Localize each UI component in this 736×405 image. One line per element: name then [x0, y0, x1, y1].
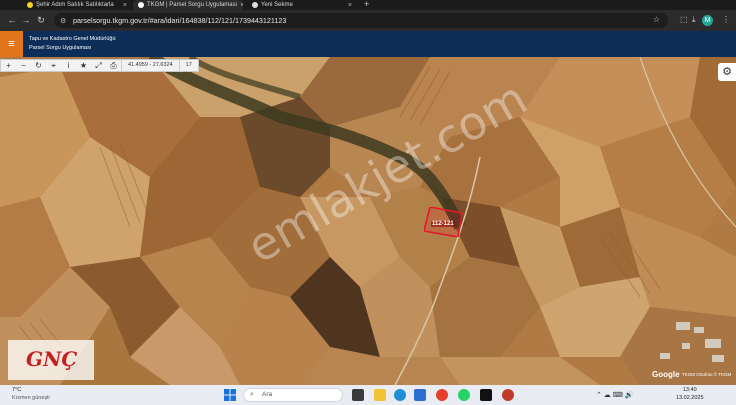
new-tab-icon[interactable]: + [364, 0, 369, 9]
site-info-icon[interactable]: ⚙ [60, 17, 70, 25]
logo-text: GNÇ [26, 347, 78, 371]
extensions-icon[interactable]: ⬚ [680, 15, 688, 24]
tab-favicon-icon [138, 2, 144, 8]
reload-icon[interactable]: ↻ [35, 14, 47, 26]
windows-taskbar: 7°C Kısmen güneşli ⌕ Ara ⌃ ☁ ⌨ 🔊 13:40 1… [0, 385, 736, 405]
system-tray-icons[interactable]: ⌃ ☁ ⌨ 🔊 [596, 391, 634, 399]
map-attribution: TKGM Ortofoto © TKGM [682, 372, 732, 377]
clock-time: 13:40 [682, 387, 697, 393]
whatsapp-icon[interactable] [458, 389, 470, 401]
clock-date: 13.02.2025 [676, 394, 704, 401]
address-bar[interactable]: ⚙ parselsorgu.tkgm.gov.tr/#ara/idari/164… [54, 13, 668, 28]
tab-tkgm[interactable]: TKGM | Parsel Sorgu Uygulaması × [133, 0, 243, 10]
close-tab-icon[interactable]: × [348, 2, 352, 9]
print-icon[interactable]: ⎙ [106, 60, 121, 71]
coordinate-readout: 41.4959 - 27.6324 [121, 60, 179, 71]
info-icon[interactable]: i [61, 60, 76, 71]
weather-desc: Kısmen güneşli [12, 395, 50, 401]
file-explorer-icon[interactable] [374, 389, 386, 401]
google-logo: Google [652, 370, 680, 379]
browser-toolbar: ← → ↻ ⚙ parselsorgu.tkgm.gov.tr/#ara/ida… [0, 10, 736, 31]
tab-new[interactable]: Yeni Sekme × [247, 0, 357, 10]
browser-menu-icon[interactable]: ⋮ [722, 15, 730, 24]
close-tab-icon[interactable]: × [240, 2, 243, 9]
taskbar-clock[interactable]: 13:40 13.02.2025 [676, 387, 704, 402]
star-icon[interactable]: ★ [76, 60, 91, 71]
chrome-icon[interactable] [436, 389, 448, 401]
satellite-map[interactable]: emlakjet.com 112-121 + − ↻ ⌖ i ★ ⤢ ⎙ 41.… [0, 57, 736, 385]
tab-favicon-icon [27, 2, 33, 8]
task-view-icon[interactable] [352, 389, 364, 401]
tab-title: TKGM | Parsel Sorgu Uygulaması [147, 2, 238, 8]
tab-sahibinden[interactable]: Şehir Adım Satılık Satılıktarla × [22, 0, 132, 10]
browser-tab-strip: Şehir Adım Satılık Satılıktarla × TKGM |… [0, 0, 736, 10]
zoom-level: 17 [178, 60, 198, 71]
tab-title: Şehir Adım Satılık Satılıktarla [36, 2, 114, 8]
zoom-out-icon[interactable]: − [16, 60, 31, 71]
taskbar-search[interactable]: ⌕ Ara [243, 388, 343, 402]
hamburger-menu-icon[interactable]: ≡ [0, 31, 23, 57]
measure-icon[interactable]: ⤢ [91, 60, 106, 71]
store-icon[interactable] [414, 389, 426, 401]
weather-widget[interactable]: 7°C Kısmen güneşli [12, 386, 50, 402]
app-icon[interactable] [502, 389, 514, 401]
settings-gear-icon[interactable]: ⚙ [718, 63, 736, 81]
locate-icon[interactable]: ⌖ [46, 60, 61, 71]
profile-avatar[interactable]: M [702, 15, 713, 26]
map-toolbar: + − ↻ ⌖ i ★ ⤢ ⎙ 41.4959 - 27.6324 17 [0, 59, 199, 72]
agency-logo: GNÇ [8, 340, 94, 380]
app-name: Parsel Sorgu Uygulaması [29, 45, 92, 51]
windows-start-icon[interactable] [224, 389, 236, 401]
search-placeholder: Ara [262, 391, 273, 398]
back-icon[interactable]: ← [6, 14, 18, 26]
refresh-icon[interactable]: ↻ [31, 60, 46, 71]
tab-favicon-icon [252, 2, 258, 8]
edge-icon[interactable] [394, 389, 406, 401]
capcut-icon[interactable] [480, 389, 492, 401]
close-tab-icon[interactable]: × [123, 2, 127, 9]
zoom-in-icon[interactable]: + [1, 60, 16, 71]
download-icon[interactable]: ⤓ [692, 15, 696, 25]
organization-name: Tapu ve Kadastro Genel Müdürlüğü [29, 36, 116, 42]
forward-icon[interactable]: → [20, 14, 32, 26]
weather-temp: 7°C [12, 387, 22, 393]
search-icon: ⌕ [250, 391, 254, 398]
parcel-label: 112-121 [431, 221, 455, 227]
url-text[interactable]: parselsorgu.tkgm.gov.tr/#ara/idari/16483… [73, 16, 286, 25]
app-header: ≡ Tapu ve Kadastro Genel Müdürlüğü Parse… [0, 31, 736, 57]
tab-title: Yeni Sekme [261, 2, 293, 8]
satellite-imagery [0, 57, 736, 385]
bookmark-star-icon[interactable]: ☆ [653, 15, 660, 24]
